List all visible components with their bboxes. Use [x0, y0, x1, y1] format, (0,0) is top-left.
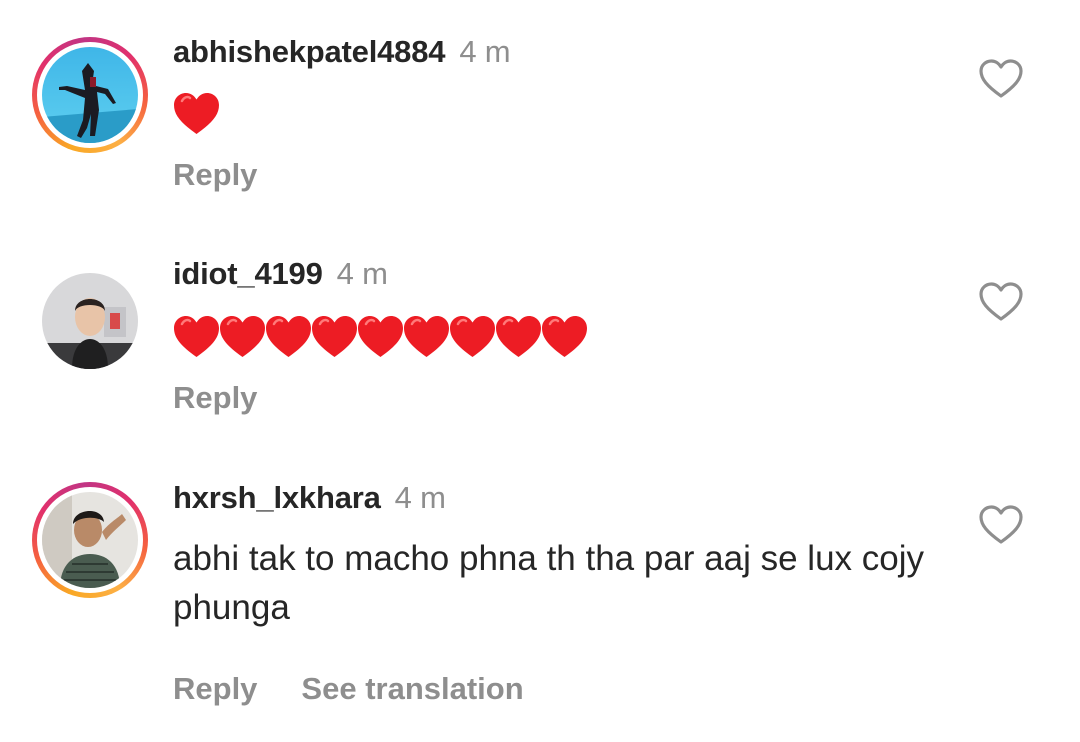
timestamp: 4 m [336, 256, 388, 291]
red-heart-emoji [173, 92, 220, 136]
red-heart-emoji [357, 315, 404, 359]
comment-actions: Reply [173, 380, 301, 416]
red-heart-emoji [541, 315, 588, 359]
emoji-row [173, 92, 219, 136]
reply-button[interactable]: Reply [173, 671, 257, 707]
red-heart-emoji [449, 315, 496, 359]
like-heart-icon[interactable] [979, 505, 1023, 545]
red-heart-emoji [403, 315, 450, 359]
red-heart-emoji [495, 315, 542, 359]
reply-button[interactable]: Reply [173, 380, 257, 416]
username-text[interactable]: abhishekpatel4884 [173, 34, 446, 69]
username-text[interactable]: idiot_4199 [173, 256, 323, 291]
timestamp: 4 m [459, 34, 511, 69]
avatar-wrapper[interactable] [32, 263, 148, 379]
red-heart-emoji [219, 315, 266, 359]
avatar-image [42, 273, 138, 369]
avatar-image [42, 47, 138, 143]
avatar [42, 273, 138, 369]
username[interactable]: abhishekpatel4884 4 m [173, 34, 511, 70]
like-heart-icon[interactable] [979, 282, 1023, 322]
username[interactable]: hxrsh_lxkhara 4 m [173, 480, 446, 516]
comment-item: hxrsh_lxkhara 4 m abhi tak to macho phna … [0, 450, 1080, 742]
comment-actions: Reply See translation [173, 671, 568, 707]
comment-text: abhi tak to macho phna th tha par aaj se… [173, 539, 925, 627]
like-heart-icon[interactable] [979, 59, 1023, 99]
username-text[interactable]: hxrsh_lxkhara [173, 480, 381, 515]
avatar [42, 492, 138, 588]
timestamp: 4 m [394, 480, 446, 515]
comment-item: abhishekpatel4884 4 m Reply [0, 0, 1080, 230]
avatar-image [42, 492, 138, 588]
red-heart-emoji [311, 315, 358, 359]
reply-button[interactable]: Reply [173, 157, 257, 193]
avatar [42, 47, 138, 143]
red-heart-emoji [173, 315, 220, 359]
comment-actions: Reply [173, 157, 301, 193]
comment-item: idiot_4199 4 m Reply [0, 230, 1080, 450]
emoji-row [173, 315, 587, 359]
username[interactable]: idiot_4199 4 m [173, 256, 388, 292]
see-translation-button[interactable]: See translation [301, 671, 523, 707]
red-heart-emoji [265, 315, 312, 359]
avatar-story-ring[interactable] [32, 482, 148, 598]
avatar-story-ring[interactable] [32, 37, 148, 153]
